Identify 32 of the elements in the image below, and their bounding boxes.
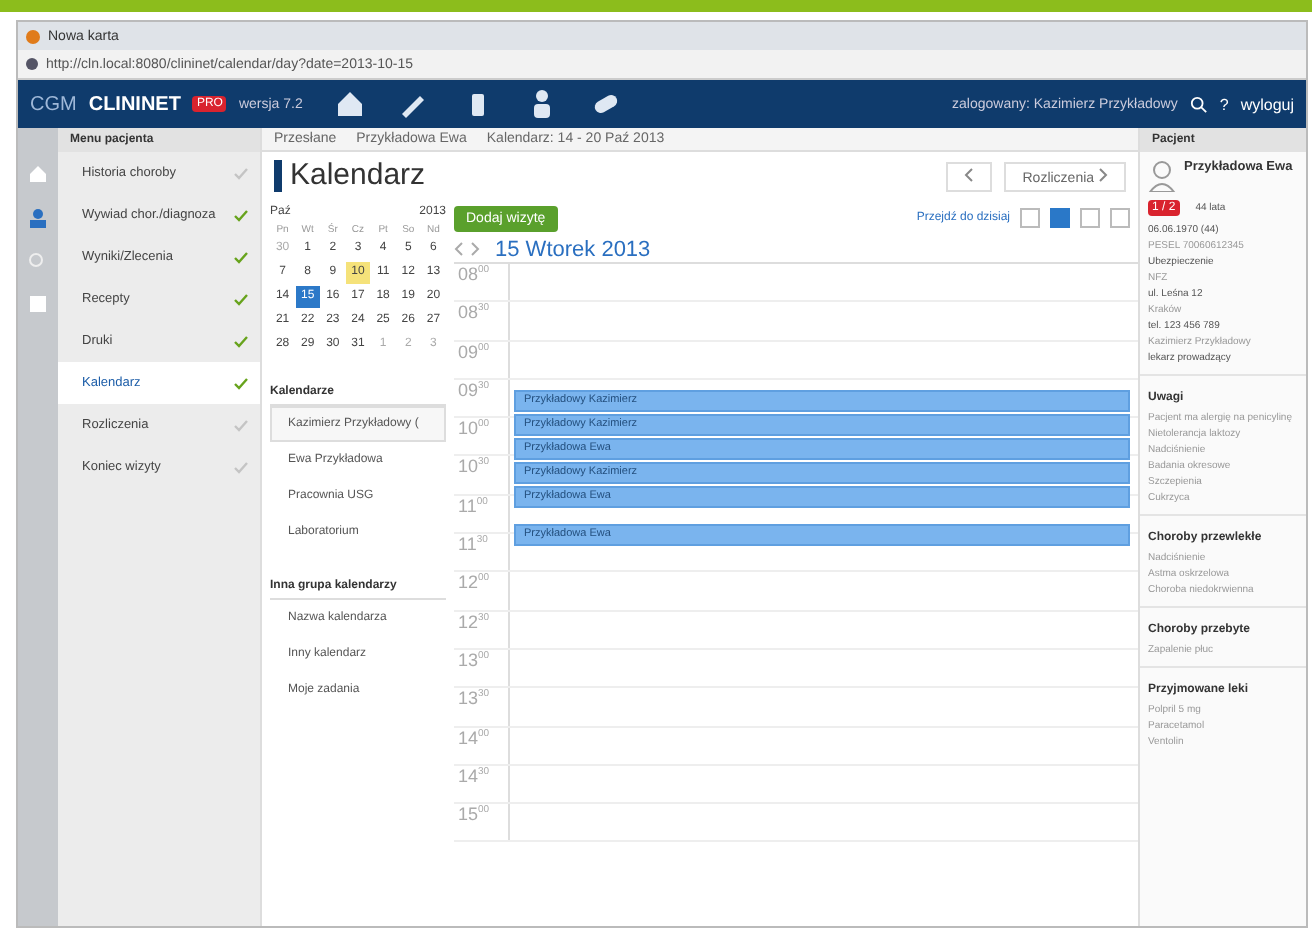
- time-label: 11$^{00}$: [454, 495, 510, 533]
- calendar-view-icon[interactable]: [1020, 208, 1040, 228]
- logo-name: CLININET: [88, 93, 181, 115]
- house-icon[interactable]: [334, 88, 367, 120]
- browser-icon: [26, 29, 40, 43]
- day-title: 15 Wtorek 2013: [495, 237, 651, 261]
- calendar-view-icon[interactable]: [1110, 208, 1130, 228]
- calendar-view-icon[interactable]: [1080, 208, 1100, 228]
- person-icon: [1148, 160, 1176, 192]
- time-label: 09$^{30}$: [454, 379, 510, 417]
- time-label: 10$^{30}$: [454, 456, 510, 494]
- home-icon[interactable]: [28, 164, 48, 184]
- time-label: 11$^{30}$: [454, 534, 510, 571]
- chevron-right-icon: [1098, 167, 1108, 181]
- globe-icon: [26, 58, 38, 70]
- logout-button[interactable]: wyloguj: [1240, 95, 1294, 113]
- time-label: 08$^{00}$: [454, 264, 510, 301]
- time-label: 08$^{30}$: [454, 302, 510, 340]
- time-label: 14$^{30}$: [454, 765, 510, 803]
- logo-prefix: CGM: [30, 93, 77, 115]
- time-label: 12$^{30}$: [454, 611, 510, 648]
- time-label: 14$^{00}$: [454, 727, 510, 764]
- time-label: 13$^{30}$: [454, 688, 510, 726]
- chevron-left-icon: [964, 167, 975, 181]
- help-button[interactable]: ?: [1219, 95, 1229, 113]
- page-title: Kalendarz: [274, 160, 426, 192]
- time-label: 09$^{00}$: [454, 341, 510, 378]
- back-button[interactable]: [946, 161, 993, 191]
- time-label: 13$^{00}$: [454, 649, 510, 687]
- time-label: 15$^{00}$: [454, 804, 510, 841]
- time-label: 10$^{00}$: [454, 418, 510, 455]
- time-label: 12$^{00}$: [454, 572, 510, 610]
